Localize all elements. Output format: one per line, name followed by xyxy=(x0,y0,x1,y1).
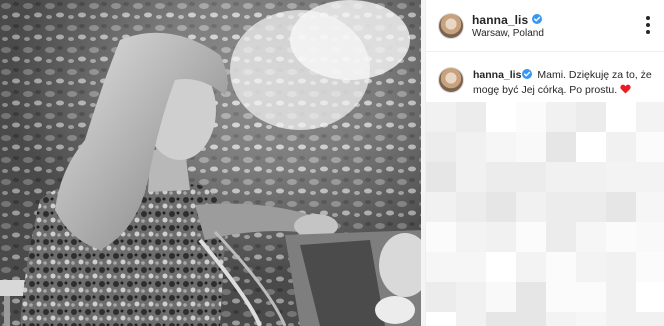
blur-block xyxy=(576,162,606,192)
blur-block xyxy=(426,222,456,252)
blur-block xyxy=(636,252,664,282)
caption-avatar[interactable] xyxy=(438,67,464,93)
blurred-comments-area xyxy=(426,102,664,326)
blur-block xyxy=(576,222,606,252)
blur-block xyxy=(486,192,516,222)
blur-block xyxy=(636,162,664,192)
blur-block xyxy=(576,192,606,222)
blur-block xyxy=(576,102,606,132)
blur-block xyxy=(516,252,546,282)
blur-block xyxy=(606,282,636,312)
blur-block xyxy=(606,102,636,132)
post-photo[interactable] xyxy=(0,0,423,326)
blur-block xyxy=(516,282,546,312)
blur-block xyxy=(516,132,546,162)
blur-block xyxy=(576,252,606,282)
blur-block xyxy=(606,132,636,162)
blur-block xyxy=(636,102,664,132)
blur-block xyxy=(516,102,546,132)
blur-block xyxy=(486,222,516,252)
blur-block xyxy=(426,282,456,312)
blur-block xyxy=(546,222,576,252)
blur-block xyxy=(456,222,486,252)
blur-block xyxy=(456,102,486,132)
post-caption: hanna_lis Mami. Dziękuję za to, że mogę … xyxy=(473,68,658,98)
caption-username[interactable]: hanna_lis xyxy=(473,69,521,81)
photo-image xyxy=(0,0,423,326)
blur-block xyxy=(426,102,456,132)
blur-block xyxy=(606,222,636,252)
blur-block xyxy=(516,222,546,252)
post-sidebar: hanna_lis Warsaw, Poland hanna_lis Mami.… xyxy=(425,0,664,326)
blur-block xyxy=(546,162,576,192)
blur-block xyxy=(606,252,636,282)
blur-block xyxy=(486,312,516,326)
avatar[interactable] xyxy=(438,13,464,39)
blur-block xyxy=(456,132,486,162)
blur-block xyxy=(516,192,546,222)
red-heart-emoji xyxy=(620,84,631,94)
verified-badge-icon xyxy=(522,69,533,79)
blur-block xyxy=(456,252,486,282)
blur-block xyxy=(546,252,576,282)
blur-block xyxy=(606,192,636,222)
blur-block xyxy=(516,312,546,326)
blur-block xyxy=(546,132,576,162)
verified-badge-icon xyxy=(532,14,542,24)
blur-block xyxy=(546,282,576,312)
blur-block xyxy=(576,282,606,312)
blur-block xyxy=(546,192,576,222)
blur-block xyxy=(486,282,516,312)
post-location[interactable]: Warsaw, Poland xyxy=(472,28,544,39)
blur-block xyxy=(606,312,636,326)
header-username[interactable]: hanna_lis xyxy=(472,13,528,27)
blur-block xyxy=(636,222,664,252)
blur-block xyxy=(426,162,456,192)
blur-block xyxy=(486,252,516,282)
blur-block xyxy=(426,252,456,282)
blur-block xyxy=(486,162,516,192)
blur-block xyxy=(606,162,636,192)
blur-block xyxy=(426,312,456,326)
blur-block xyxy=(636,192,664,222)
blur-block xyxy=(576,312,606,326)
blur-block xyxy=(456,312,486,326)
blur-block xyxy=(576,132,606,162)
blur-block xyxy=(456,282,486,312)
blur-block xyxy=(426,132,456,162)
post-header: hanna_lis Warsaw, Poland xyxy=(426,0,664,52)
more-options-icon[interactable] xyxy=(641,8,655,42)
blur-block xyxy=(636,312,664,326)
blur-block xyxy=(486,132,516,162)
blur-block xyxy=(636,282,664,312)
blur-block xyxy=(486,102,516,132)
blur-block xyxy=(546,312,576,326)
blur-block xyxy=(456,192,486,222)
blur-block xyxy=(426,192,456,222)
blur-block xyxy=(546,102,576,132)
blur-block xyxy=(636,132,664,162)
blur-block xyxy=(516,162,546,192)
blur-block xyxy=(456,162,486,192)
